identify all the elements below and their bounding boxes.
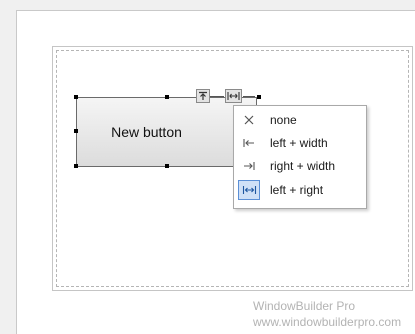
menu-item-label: none bbox=[270, 113, 297, 127]
new-button[interactable]: New button bbox=[76, 97, 257, 167]
resize-handle-top-right[interactable] bbox=[257, 95, 261, 99]
left-right-anchor-icon bbox=[238, 180, 260, 200]
resize-handle-top-left[interactable] bbox=[74, 95, 78, 99]
menu-item-label: left + width bbox=[270, 136, 328, 150]
resize-handle-bottom[interactable] bbox=[165, 164, 169, 168]
menu-item-none[interactable]: none bbox=[234, 109, 366, 131]
menu-item-right-width[interactable]: right + width bbox=[234, 155, 366, 177]
anchor-connector-right bbox=[243, 96, 255, 97]
menu-item-label: right + width bbox=[270, 159, 336, 173]
watermark-title: WindowBuilder Pro bbox=[253, 299, 356, 313]
resize-handle-left[interactable] bbox=[74, 129, 78, 133]
resize-handle-bottom-left[interactable] bbox=[74, 164, 78, 168]
resize-handle-top[interactable] bbox=[165, 95, 169, 99]
menu-item-label: left + right bbox=[270, 183, 324, 197]
menu-item-left-right[interactable]: left + right bbox=[234, 179, 366, 201]
anchor-connector bbox=[210, 96, 224, 97]
left-anchor-icon bbox=[238, 133, 260, 153]
anchor-menu: none left + width right + width left + r… bbox=[233, 105, 367, 209]
arrow-up-icon[interactable] bbox=[196, 89, 210, 103]
watermark-url: www.windowbuilderpro.com bbox=[253, 315, 402, 329]
left-right-anchor-icon[interactable] bbox=[225, 89, 242, 103]
cross-icon bbox=[238, 110, 260, 130]
menu-item-left-width[interactable]: left + width bbox=[234, 132, 366, 154]
right-anchor-icon bbox=[238, 156, 260, 176]
